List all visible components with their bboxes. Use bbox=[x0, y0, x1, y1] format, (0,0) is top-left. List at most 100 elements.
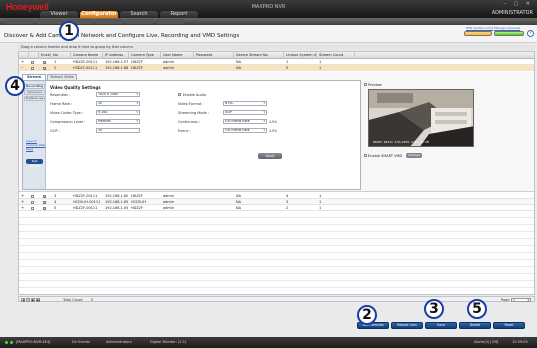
alarm-status[interactable]: Alarm(0) [Off] bbox=[474, 340, 498, 344]
row-select-checkbox[interactable] bbox=[31, 60, 34, 64]
cell-camera-name[interactable]: H3D2F-00111 bbox=[71, 65, 97, 71]
compression-select[interactable]: Medium ▾ bbox=[96, 119, 140, 124]
preview-label: Preview bbox=[368, 83, 382, 87]
delete-button[interactable]: Delete bbox=[459, 322, 491, 329]
table-row-selected[interactable]: – 2 H3D2F-00111 192.168.1.88 HDZ2F admin… bbox=[19, 65, 534, 71]
resolution-select[interactable]: 1920 x 1080 ▾ bbox=[96, 92, 140, 97]
nav-preferences[interactable]: Preferences bbox=[24, 96, 45, 101]
app-title: MAXPRO NVR bbox=[251, 4, 286, 10]
status-time: 12:59:05 bbox=[512, 340, 528, 344]
col-camera-name[interactable]: Camera Name bbox=[71, 52, 103, 59]
row-select-checkbox[interactable] bbox=[31, 200, 34, 204]
prev-page-button[interactable]: ◀ bbox=[21, 297, 25, 302]
video-format-select[interactable]: NTSC ▾ bbox=[223, 101, 267, 106]
nav-advanced[interactable]: Advanced bbox=[24, 90, 45, 95]
event-select[interactable]: Full Frame Rate ▾ bbox=[223, 128, 267, 133]
col-enable[interactable]: Enable bbox=[39, 52, 51, 59]
page-header: Discover & Add Cameras in Network and Co… bbox=[0, 25, 537, 43]
smart-vmd-settings-button[interactable]: Settings bbox=[406, 153, 422, 158]
continuous-select[interactable]: Full Frame Rate ▾ bbox=[223, 119, 267, 124]
status-events[interactable]: Dir Events bbox=[72, 340, 90, 344]
reboot-camera-button[interactable]: Reboot Cam bbox=[391, 322, 423, 329]
user-label: ADMINISTRATOR bbox=[491, 10, 533, 16]
pager-bar: ◀ 1 ▶ ▶| Total Count 5 Page 1 ▾ bbox=[18, 296, 535, 302]
camera-preview-image: HDZ2F-00111 5/6/2015 4:41:33 PM bbox=[368, 89, 474, 147]
col-unique-id[interactable]: Unique System Id bbox=[284, 52, 317, 59]
page-1-button[interactable]: 1 bbox=[26, 297, 30, 302]
tab-search[interactable]: Search bbox=[120, 11, 158, 18]
sub-nav-bar bbox=[0, 18, 537, 25]
help-icon[interactable]: ? bbox=[527, 30, 534, 37]
col-no[interactable]: No bbox=[51, 52, 71, 59]
page-select[interactable]: 1 ▾ bbox=[511, 297, 531, 302]
chevron-down-icon: ▾ bbox=[136, 101, 138, 105]
page-select-value: 1 bbox=[513, 297, 515, 302]
col-expander[interactable] bbox=[19, 52, 29, 59]
row-enable-checkbox[interactable] bbox=[43, 200, 47, 205]
streaming-mode-select[interactable]: UDP ▾ bbox=[223, 110, 267, 115]
subtab-2[interactable] bbox=[36, 19, 64, 24]
continuous-pct: 4.9% bbox=[269, 120, 278, 124]
gop-input[interactable]: 30 bbox=[96, 128, 140, 133]
preview-panel: Preview HDZ2F-00111 5/6/2015 4:41:33 PM bbox=[364, 80, 476, 190]
settings-nav: Recording Advanced Preferences Launch Ca… bbox=[23, 81, 46, 189]
cell-ip[interactable]: 192.168.1.88 bbox=[103, 65, 128, 71]
expand-icon[interactable]: + bbox=[21, 59, 24, 64]
test-camera-button[interactable]: Test Camera bbox=[26, 159, 43, 168]
preview-timestamp: HDZ2F-00111 5/6/2015 4:41:33 PM bbox=[373, 140, 429, 144]
frame-rate-value: 30 bbox=[98, 101, 103, 105]
expand-icon[interactable]: + bbox=[21, 205, 24, 210]
continuous-label: Continuous : bbox=[178, 120, 201, 124]
expand-icon[interactable]: + bbox=[21, 199, 24, 204]
col-password[interactable]: Password bbox=[194, 52, 234, 59]
subtab-5[interactable] bbox=[126, 19, 154, 24]
preview-checkbox[interactable] bbox=[364, 83, 367, 86]
nav-recording[interactable]: Recording bbox=[24, 84, 45, 89]
col-ip-address[interactable]: IP Address bbox=[103, 52, 129, 59]
col-device-stream[interactable]: Device Stream No. bbox=[234, 52, 284, 59]
smart-vmd-checkbox[interactable] bbox=[364, 154, 367, 157]
row-enable-checkbox[interactable] bbox=[43, 66, 47, 71]
next-page-button[interactable]: ▶ bbox=[31, 297, 35, 302]
group-by-hint[interactable]: Drag a column header and drop it here to… bbox=[18, 45, 535, 50]
frame-rate-select[interactable]: 30 ▾ bbox=[96, 101, 140, 106]
row-select-checkbox[interactable] bbox=[31, 66, 34, 70]
nvr-limit-link[interactable]: NVR System Limit bbox=[466, 26, 493, 30]
enable-audio-checkbox[interactable] bbox=[178, 93, 181, 96]
window-controls[interactable]: – ▢ ✕ bbox=[503, 1, 533, 7]
col-checkbox[interactable] bbox=[29, 52, 39, 59]
chevron-down-icon: ▾ bbox=[263, 101, 265, 105]
save-button[interactable]: Save bbox=[425, 322, 457, 329]
expand-icon[interactable]: + bbox=[21, 193, 24, 198]
cell-count: 1 bbox=[319, 66, 322, 70]
reset-button[interactable]: Reset bbox=[493, 322, 525, 329]
row-select-checkbox[interactable] bbox=[31, 194, 34, 198]
subtab-1[interactable] bbox=[6, 19, 34, 24]
server-name: [MAXPRO-NVR-XE4] bbox=[16, 340, 51, 344]
row-enable-checkbox[interactable] bbox=[43, 206, 47, 211]
collapse-icon[interactable]: – bbox=[21, 65, 23, 70]
codec-select[interactable]: H.264 ▾ bbox=[96, 110, 140, 115]
page-title: Discover & Add Cameras in Network and Co… bbox=[4, 33, 240, 39]
subtab-4[interactable] bbox=[96, 19, 124, 24]
event-pct: 4.9% bbox=[269, 129, 278, 133]
callout-4: 4 bbox=[5, 76, 25, 96]
last-page-button[interactable]: ▶| bbox=[36, 297, 40, 302]
apply-button[interactable]: Apply bbox=[258, 153, 282, 159]
col-stream-count[interactable]: Stream Count bbox=[317, 52, 355, 59]
total-count-value: 5 bbox=[91, 298, 94, 302]
compression-value: Medium bbox=[98, 119, 111, 123]
col-user-name[interactable]: User Name bbox=[161, 52, 194, 59]
row-enable-checkbox[interactable] bbox=[43, 60, 47, 65]
cell-user[interactable]: admin bbox=[161, 65, 174, 71]
col-camera-type[interactable]: Camera Type bbox=[129, 52, 161, 59]
launch-camera-web-link[interactable]: Launch Camera Web Page bbox=[26, 139, 46, 151]
tab-configurator[interactable]: Configurator bbox=[80, 11, 118, 18]
status-license: Digital Monitor: (2.1) bbox=[150, 340, 187, 344]
row-enable-checkbox[interactable] bbox=[43, 194, 47, 199]
tab-report[interactable]: Report bbox=[160, 11, 198, 18]
manage-cameras-link[interactable]: Manage Cameras bbox=[494, 26, 520, 30]
tab-viewer[interactable]: Viewer bbox=[40, 11, 78, 18]
row-select-checkbox[interactable] bbox=[31, 206, 34, 210]
subtab-6[interactable] bbox=[156, 19, 184, 24]
